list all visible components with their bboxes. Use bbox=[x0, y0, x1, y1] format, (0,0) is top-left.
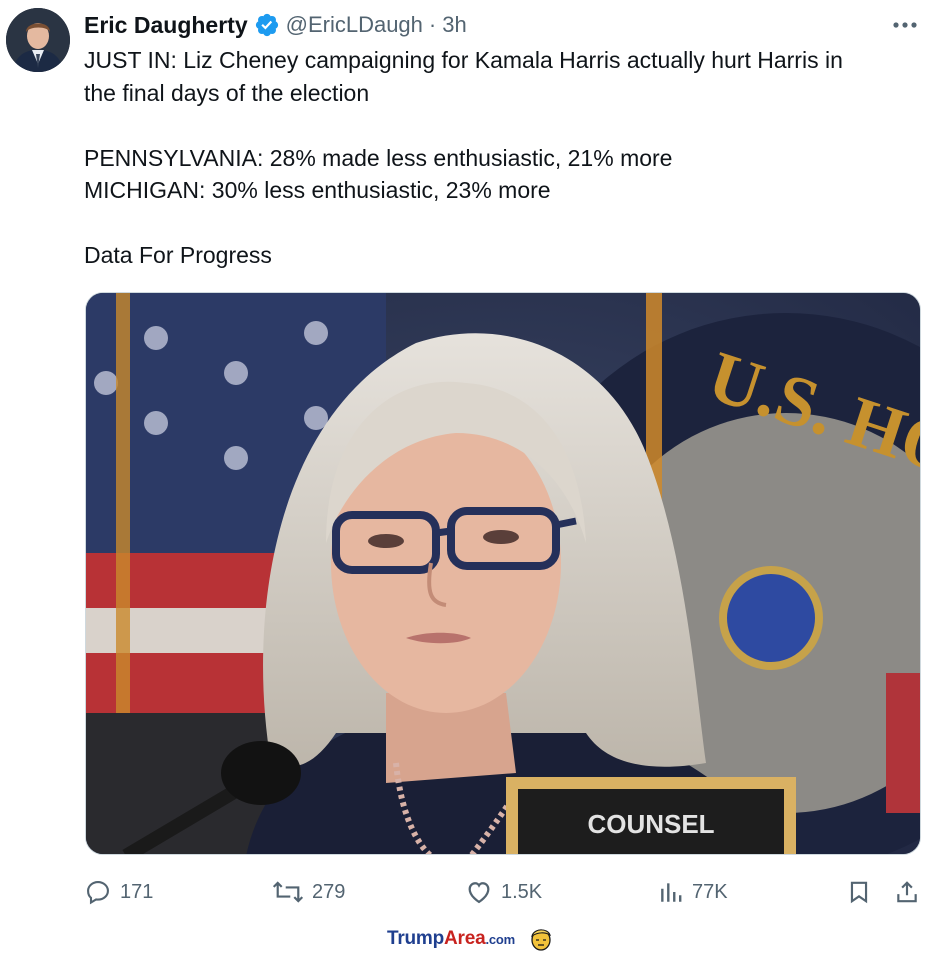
heart-icon bbox=[468, 882, 490, 904]
more-options-icon bbox=[893, 22, 917, 28]
tweet-line: JUST IN: Liz Cheney campaigning for Kama… bbox=[84, 47, 843, 73]
action-bar: 171 279 1.5K 77K bbox=[84, 875, 924, 909]
tweet-line: PENNSYLVANIA: 28% made less enthusiastic… bbox=[84, 144, 673, 171]
placard-text: COUNSEL bbox=[587, 809, 714, 839]
avatar-image bbox=[6, 8, 70, 72]
reply-icon bbox=[87, 881, 109, 905]
tweet-line: Data For Progress bbox=[84, 242, 272, 268]
tweet-time[interactable]: 3h bbox=[442, 12, 466, 38]
verified-badge-icon bbox=[254, 12, 280, 38]
reply-count: 171 bbox=[120, 880, 154, 903]
tweet-line: MICHIGAN: 30% less enthusiastic, 23% mor… bbox=[84, 177, 551, 203]
separator-dot: · bbox=[428, 12, 437, 37]
avatar[interactable] bbox=[6, 8, 70, 72]
author-name[interactable]: Eric Daugherty bbox=[84, 12, 248, 39]
tweet-text: JUST IN: Liz Cheney campaigning for Kama… bbox=[84, 44, 914, 272]
like-count: 1.5K bbox=[501, 880, 543, 903]
reply-button[interactable]: 171 bbox=[84, 875, 153, 909]
watermark: TrumpArea.com bbox=[0, 925, 940, 953]
views-chart-icon bbox=[661, 883, 682, 902]
views-count: 77K bbox=[692, 880, 728, 903]
photo-illustration: U.S. HO COUNSEL bbox=[86, 293, 920, 854]
tweet-line: the final days of the election bbox=[84, 79, 370, 106]
like-button[interactable]: 1.5K bbox=[465, 875, 542, 909]
tweet-header: Eric Daugherty @EricLDaugh · 3h bbox=[84, 10, 467, 40]
author-handle[interactable]: @EricLDaugh bbox=[286, 12, 423, 38]
repost-icon bbox=[272, 881, 304, 903]
more-options-button[interactable] bbox=[888, 12, 922, 38]
repost-button[interactable]: 279 bbox=[272, 875, 345, 909]
share-button[interactable] bbox=[894, 875, 920, 909]
tweet: Eric Daugherty @EricLDaugh · 3h JUST IN:… bbox=[0, 0, 940, 953]
share-icon bbox=[897, 881, 917, 903]
repost-count: 279 bbox=[312, 880, 346, 903]
views-button[interactable]: 77K bbox=[658, 875, 728, 909]
tweet-photo[interactable]: U.S. HO COUNSEL bbox=[85, 292, 921, 855]
trump-face-icon bbox=[531, 929, 551, 951]
bookmark-button[interactable] bbox=[846, 875, 872, 909]
watermark-logo-text: TrumpArea.com bbox=[386, 928, 516, 949]
bookmark-icon bbox=[850, 881, 868, 904]
